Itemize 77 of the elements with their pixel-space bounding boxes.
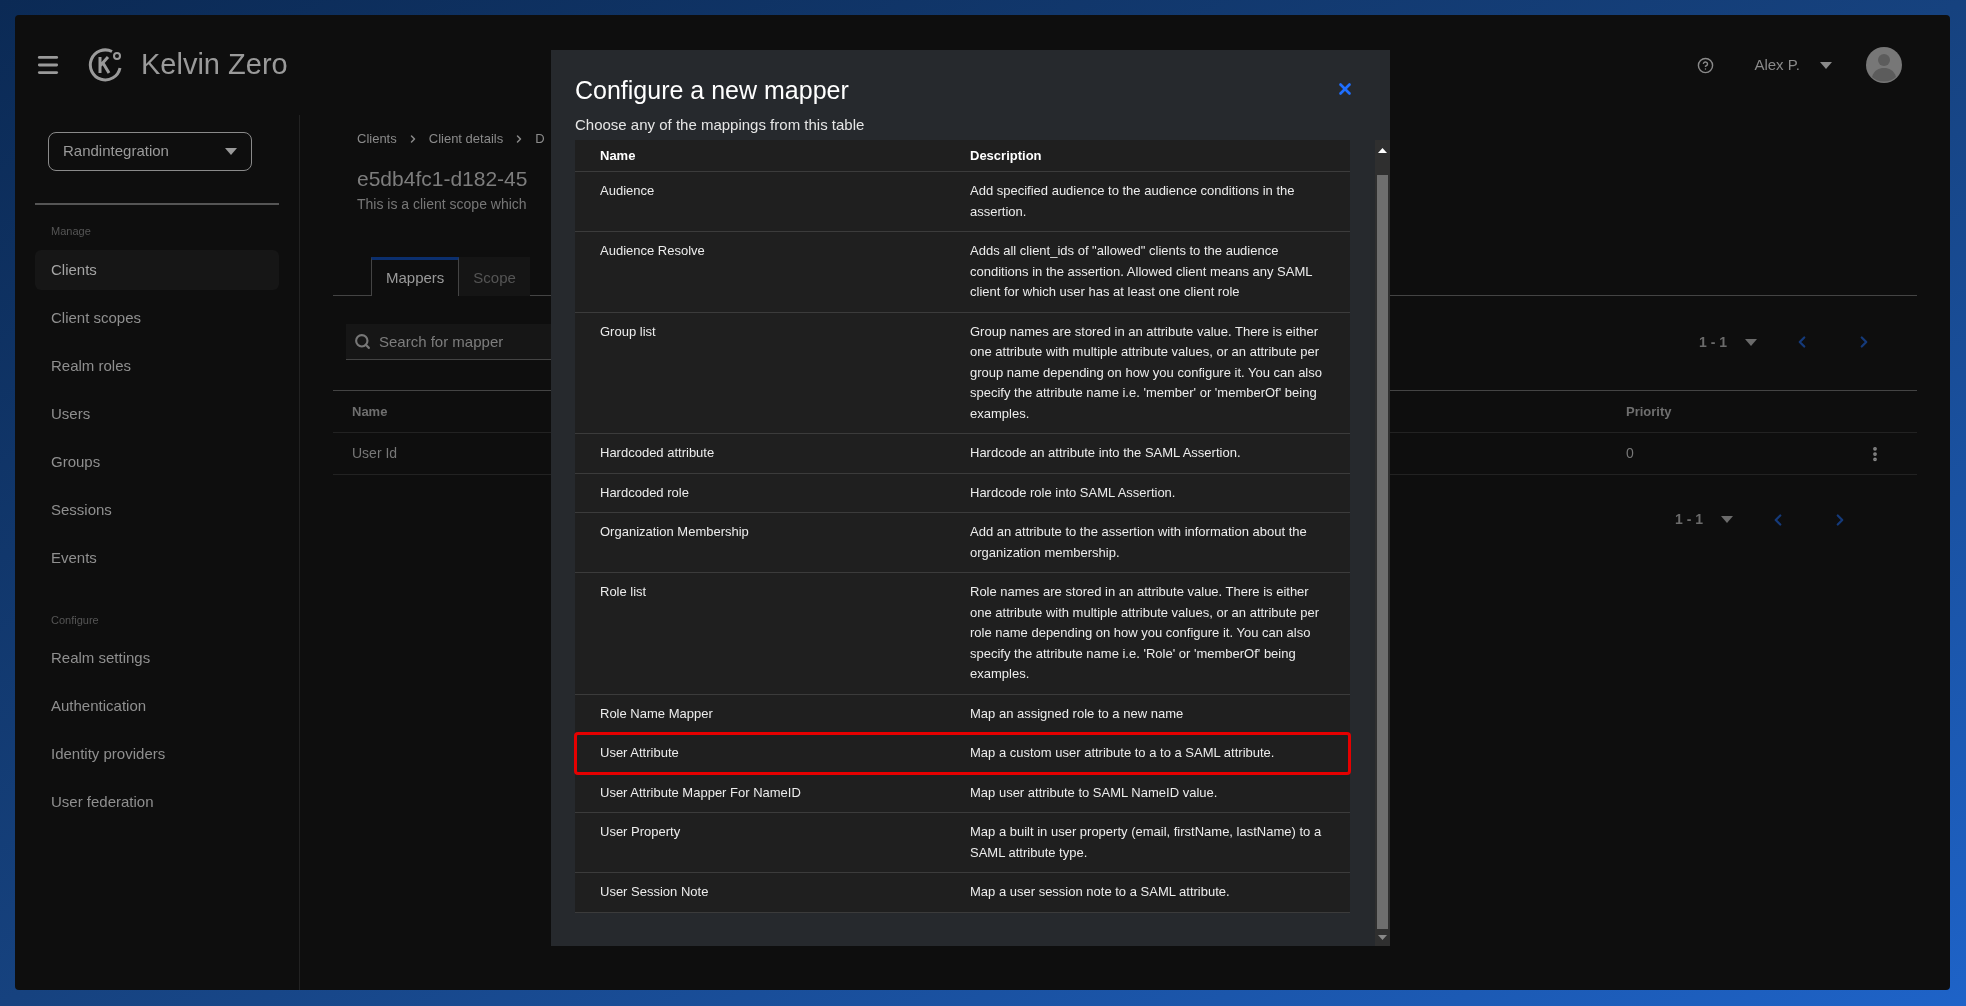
mapper-name: User Property	[600, 823, 682, 841]
mapper-row[interactable]: Audience Add specified audience to the audience conditions in the assertion.	[575, 172, 1350, 232]
modal-subtitle: Choose any of the mappings from this table	[575, 114, 866, 135]
mapper-name: User Attribute Mapper For NameID	[600, 783, 802, 802]
column-header: Description	[970, 146, 1042, 165]
mapper-description: Hardcode an attribute into the SAML Assertion.	[970, 444, 1242, 462]
mapper-row[interactable]: User Property Map a built in user property (email, firstName, lastName) to a SAML attribute type.	[575, 813, 1350, 873]
breadcrumb-link[interactable]: Clients	[357, 129, 397, 149]
column-header: Priority	[1626, 402, 1672, 421]
search-icon	[354, 333, 371, 350]
mapper-name: User Attribute	[600, 744, 680, 762]
nav-item[interactable]: Events	[35, 537, 279, 578]
mapper-description: Map a custom user attribute to a to a SAML attribute.	[970, 744, 1276, 762]
mapper-name: Group list	[600, 322, 657, 341]
caret-icon	[1721, 516, 1733, 523]
mapper-name: Audience Resolve	[600, 242, 706, 260]
mapper-row[interactable]: Role Name Mapper Map an assigned role to a new name	[575, 694, 1350, 734]
mapper-row[interactable]: Hardcoded role Hardcode role into SAML Assertion.	[575, 473, 1350, 513]
section-label: Manage	[50, 224, 92, 239]
mapper-description: Hardcode role into SAML Assertion.	[970, 483, 1177, 502]
mapper-row[interactable]: User Attribute Mapper For NameID Map user attribute to SAML NameID value.	[575, 773, 1350, 813]
column-header: Name	[599, 146, 637, 165]
nav-item[interactable]: Groups	[35, 441, 279, 482]
breadcrumb-link[interactable]: Client details	[428, 129, 504, 149]
nav-item[interactable]: Authentication	[35, 686, 279, 726]
realm-dropdown[interactable]: Randintegration	[48, 132, 252, 171]
caret-icon	[225, 148, 237, 155]
mapper-name: Role Name Mapper	[600, 704, 714, 723]
mapper-description: Adds all client_ids of "allowed" clients to the audience conditions in the assertion. Allowed client means any SAML client for which user has at least one client role	[970, 242, 1314, 301]
mapper-row[interactable]: Organization Membership Add an attribute to the assertion with information about the organization membership.	[575, 513, 1350, 573]
mapper-row[interactable]: User Attribute Map a custom user attribute to a to a SAML attribute.	[575, 734, 1350, 774]
mapper-name: User Session Note	[600, 883, 710, 901]
mapper-row[interactable]: Audience Resolve Adds all client_ids of "allowed" clients to the audience conditions in the assertion. Allowed client means any SAML client for which user has at least one client role	[575, 232, 1350, 313]
mapper-name: Hardcoded role	[600, 483, 690, 502]
page-title: e5db4fc1-d182-45	[357, 165, 528, 192]
caret-icon	[1745, 338, 1757, 346]
mapper-name: Organization Membership	[600, 523, 750, 541]
nav-item[interactable]: Realm roles	[35, 345, 279, 386]
mapper-description: Add specified audience to the audience conditions in the assertion.	[970, 182, 1296, 221]
section-label: Configure	[50, 612, 100, 628]
nav-item[interactable]: Client scopes	[35, 297, 279, 338]
scrollbar[interactable]	[1375, 140, 1390, 946]
page-description: This is a client scope which	[357, 195, 527, 214]
mapper-row[interactable]: User Session Note Map a user session note to a SAML attribute.	[575, 873, 1350, 913]
avatar-icon[interactable]	[1866, 47, 1902, 83]
mapper-description: Group names are stored in an attribute value. There is either one attribute with multiple attribute values, or an attribute per group name depending on how you configure it. You can also specify the attribute name i.e. 'member' or 'memberOf' being examples.	[970, 322, 1323, 423]
mapper-description: Map user attribute to SAML NameID value.	[970, 783, 1219, 802]
nav-item[interactable]: Sessions	[35, 489, 279, 530]
nav-item[interactable]: Identity providers	[35, 734, 279, 774]
close-icon[interactable]	[1336, 80, 1354, 98]
mapper-name: Hardcoded attribute	[600, 444, 716, 462]
mapper-description: Map an assigned role to a new name	[970, 704, 1185, 723]
modal-title: Configure a new mapper	[575, 75, 849, 106]
mapper-description: Map a user session note to a SAML attribute.	[970, 883, 1231, 901]
tab[interactable]: Mappers	[371, 257, 460, 296]
table-cell: User Id	[352, 445, 398, 461]
mapper-name: Role list	[600, 583, 648, 601]
mapper-description: Add an attribute to the assertion with information about the organization membership.	[970, 523, 1308, 562]
caret-icon	[1820, 61, 1832, 69]
nav-item[interactable]: User federation	[35, 782, 279, 822]
mapper-name: Audience	[600, 182, 656, 200]
scroll-up-icon[interactable]	[1378, 148, 1387, 153]
nav-item[interactable]: Users	[35, 393, 279, 434]
user-menu[interactable]: Alex P.	[1754, 53, 1832, 77]
nav-item[interactable]: Clients	[35, 249, 279, 290]
nav-item[interactable]: Realm settings	[35, 638, 279, 678]
mapper-description: Role names are stored in an attribute value. There is either one attribute with multiple attribute values, or an attribute per role name depending on how you configure it. You can also specify the attribute name i.e. 'Role' or 'memberOf' being examples.	[970, 583, 1321, 683]
column-header: Name	[352, 403, 388, 419]
pagination-dropdown[interactable]: 1 - 1	[1699, 331, 1757, 353]
breadcrumb-link[interactable]: D	[535, 129, 545, 149]
table-cell-text: 0	[1626, 444, 1634, 463]
scroll-down-icon[interactable]	[1378, 935, 1387, 940]
pagination-dropdown[interactable]: 1 - 1	[1675, 509, 1733, 530]
help-icon[interactable]	[1697, 56, 1715, 74]
mapper-description: Map a built in user property (email, firstName, lastName) to a SAML attribute type.	[970, 823, 1323, 862]
mapper-row[interactable]: Hardcoded attribute Hardcode an attribute into the SAML Assertion.	[575, 434, 1350, 474]
brand-name: Kelvin Zero	[141, 47, 288, 83]
